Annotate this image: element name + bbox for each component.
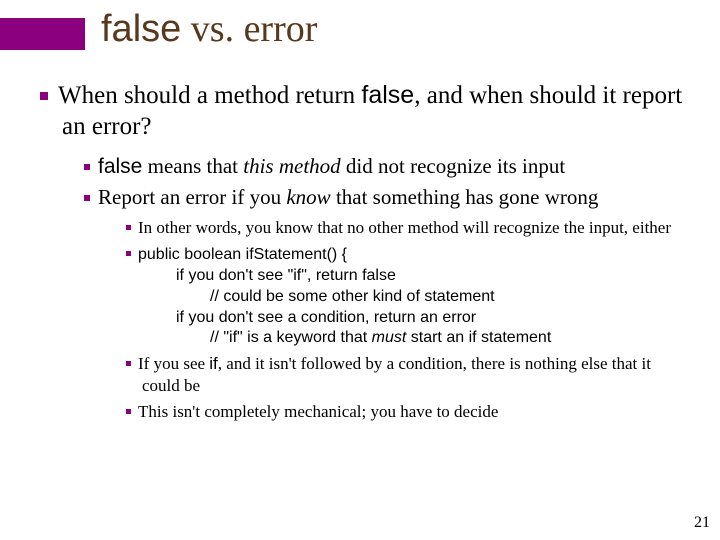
title-code-word: false	[101, 8, 181, 50]
bullet-level2-a: false means that this method did not rec…	[84, 153, 690, 180]
title-rest: vs. error	[181, 8, 317, 50]
l2b-em: know	[286, 185, 330, 209]
slide-body: When should a method return false, and w…	[40, 80, 690, 427]
l1-pre: When should a method return	[58, 82, 361, 109]
l2a-code: false	[98, 155, 142, 178]
code-line5-em: must	[372, 329, 407, 346]
code-line5-post: start an if statement	[406, 329, 551, 346]
slide: false vs. error When should a method ret…	[0, 0, 720, 540]
square-bullet-icon	[40, 92, 48, 100]
title-accent-bar	[0, 18, 85, 50]
square-bullet-icon	[126, 251, 131, 256]
l1-code: false	[361, 81, 414, 109]
l3c-code: if	[209, 354, 218, 373]
page-number: 21	[694, 514, 710, 532]
l2b-post: that something has gone wrong	[331, 185, 599, 209]
bullet-level2-b: Report an error if you know that somethi…	[84, 184, 690, 211]
l2b-pre: Report an error if you	[98, 185, 286, 209]
square-bullet-icon	[84, 195, 90, 201]
square-bullet-icon	[126, 225, 131, 230]
code-line4: if you don't see a condition, return an …	[142, 308, 690, 329]
code-line3: // could be some other kind of statement	[142, 287, 690, 308]
level3-group: In other words, you know that no other m…	[126, 217, 690, 423]
slide-title: false vs. error	[101, 10, 317, 50]
bullet-level3-d: This isn't completely mechanical; you ha…	[126, 401, 690, 423]
l3a-text: In other words, you know that no other m…	[138, 218, 671, 237]
l2a-mid: means that	[142, 154, 243, 178]
bullet-level1: When should a method return false, and w…	[40, 80, 690, 143]
l2a-post: did not recognize its input	[341, 154, 566, 178]
square-bullet-icon	[84, 164, 90, 170]
square-bullet-icon	[126, 361, 131, 366]
l3c-post: , and it isn't followed by a condition, …	[142, 354, 651, 395]
code-line1: public boolean ifStatement() {	[138, 246, 347, 263]
code-line5: // "if" is a keyword that must start an …	[142, 328, 690, 349]
bullet-level3-c: If you see if, and it isn't followed by …	[126, 353, 690, 397]
code-line2: if you don't see "if", return false	[142, 266, 690, 287]
l2a-em: this method	[243, 154, 340, 178]
l3d-text: This isn't completely mechanical; you ha…	[138, 402, 498, 421]
title-bar-wrap: false vs. error	[0, 10, 317, 50]
square-bullet-icon	[126, 409, 131, 414]
bullet-level3-a: In other words, you know that no other m…	[126, 217, 690, 239]
l3c-pre: If you see	[138, 354, 209, 373]
code-line5-pre: // "if" is a keyword that	[210, 329, 372, 346]
bullet-level3-code: public boolean ifStatement() { if you do…	[126, 243, 690, 349]
level2-group: false means that this method did not rec…	[84, 153, 690, 424]
